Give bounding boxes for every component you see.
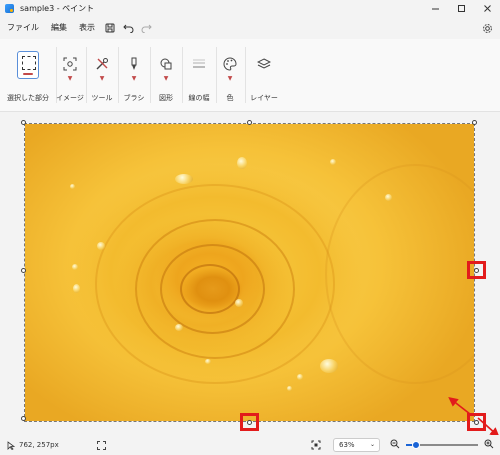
chevron-down-icon: ▼	[67, 75, 73, 82]
close-button[interactable]	[474, 0, 500, 17]
window-title: sample3 - ペイント	[20, 4, 95, 13]
zoom-value: 63%	[339, 441, 355, 449]
save-icon	[105, 23, 115, 33]
cursor-position: 762, 257px	[7, 440, 59, 450]
water-drop	[320, 359, 338, 373]
ribbon-label-line-width: 線の幅	[188, 94, 210, 102]
ribbon-label-selection: 選択した部分	[7, 94, 49, 102]
zoom-slider-knob[interactable]	[412, 441, 421, 449]
water-drop	[287, 386, 292, 391]
layers-icon	[253, 53, 275, 75]
resize-handle-right[interactable]	[474, 268, 479, 273]
shapes-icon	[155, 53, 177, 75]
palette-icon	[219, 53, 241, 75]
water-drop	[175, 324, 183, 331]
undo-icon	[122, 24, 133, 33]
settings-button[interactable]	[480, 21, 494, 35]
gear-icon	[482, 23, 492, 33]
minimize-icon	[431, 8, 439, 10]
ribbon-label-color: 色	[226, 94, 234, 102]
maximize-icon	[457, 5, 465, 12]
window-controls	[422, 0, 500, 17]
petal-outline	[180, 264, 240, 314]
cursor-position-text: 762, 257px	[19, 441, 59, 449]
resize-arrow-annotation	[448, 397, 500, 438]
fit-to-window-icon	[311, 440, 321, 450]
select-icon	[17, 51, 39, 79]
menu-bar: ファイル 編集 表示	[0, 17, 500, 39]
cursor-icon	[7, 440, 15, 450]
zoom-dropdown[interactable]: 63% ⌄	[333, 438, 380, 452]
ribbon-group-image[interactable]: ▼ イメージ	[56, 39, 84, 112]
menu-edit[interactable]: 編集	[45, 17, 73, 39]
ribbon-group-line-width[interactable]: 線の幅	[182, 39, 216, 112]
save-button[interactable]	[101, 17, 119, 39]
title-bar: sample3 - ペイント	[0, 0, 500, 17]
ribbon-group-layers[interactable]: レイヤー	[245, 39, 283, 112]
undo-button[interactable]	[119, 17, 137, 39]
ribbon-group-tools[interactable]: ▼ ツール	[86, 39, 118, 112]
canvas-workspace[interactable]	[0, 113, 500, 438]
status-bar: 762, 257px 63% ⌄	[0, 435, 500, 455]
zoom-out-button[interactable]	[390, 439, 400, 449]
redo-button[interactable]	[137, 17, 155, 39]
water-drop	[73, 284, 80, 293]
chevron-down-icon: ⌄	[369, 441, 375, 448]
resize-handle-top-left[interactable]	[21, 120, 26, 125]
water-drop	[237, 157, 247, 169]
tools-icon	[91, 53, 113, 75]
water-drop	[70, 184, 75, 189]
zoom-slider[interactable]	[406, 441, 478, 449]
chevron-down-icon: ▼	[227, 75, 233, 82]
water-drop	[297, 374, 303, 380]
rose-photo	[25, 124, 474, 421]
menu-view[interactable]: 表示	[73, 17, 101, 39]
water-drop	[72, 264, 78, 270]
petal-outline	[325, 164, 474, 384]
water-drop	[175, 174, 193, 184]
zoom-in-button[interactable]	[484, 439, 494, 449]
chevron-down-icon: ▼	[131, 75, 137, 82]
ribbon-label-layers: レイヤー	[250, 94, 278, 102]
water-drop	[235, 299, 243, 307]
brush-icon	[123, 53, 145, 75]
maximize-button[interactable]	[448, 0, 474, 17]
selection-size-icon	[96, 440, 106, 450]
ribbon-label-shapes: 図形	[159, 94, 173, 102]
ribbon-label-image: イメージ	[56, 94, 84, 102]
resize-handle-left[interactable]	[21, 268, 26, 273]
ribbon-group-shapes[interactable]: ▼ 図形	[150, 39, 182, 112]
ribbon-group-color[interactable]: ▼ 色	[216, 39, 244, 112]
resize-handle-top-right[interactable]	[472, 120, 477, 125]
chevron-down-icon: ▼	[163, 75, 169, 82]
chevron-down-icon: ▼	[99, 75, 105, 82]
water-drop	[385, 194, 392, 201]
zoom-out-icon	[390, 439, 400, 449]
paint-app-icon	[5, 4, 14, 13]
image-canvas[interactable]	[24, 123, 475, 422]
redo-icon	[141, 24, 152, 33]
ribbon-label-tools: ツール	[91, 94, 113, 102]
water-drop	[97, 242, 105, 250]
zoom-in-icon	[484, 439, 494, 449]
resize-handle-bottom-left[interactable]	[21, 416, 26, 421]
close-icon	[483, 5, 491, 12]
fit-to-window-button[interactable]	[311, 440, 321, 450]
highlight-bottom-handle[interactable]	[240, 413, 259, 431]
line-width-icon	[188, 53, 210, 75]
menu-file[interactable]: ファイル	[0, 17, 45, 39]
resize-handle-top[interactable]	[247, 120, 252, 125]
minimize-button[interactable]	[422, 0, 448, 17]
resize-handle-bottom[interactable]	[247, 420, 252, 425]
ribbon-group-brush[interactable]: ▼ ブラシ	[118, 39, 150, 112]
water-drop	[205, 359, 211, 364]
image-icon	[59, 53, 81, 75]
ribbon-group-selection[interactable]: 選択した部分	[0, 39, 56, 112]
water-drop	[330, 159, 336, 165]
ribbon-label-brush: ブラシ	[123, 94, 145, 102]
highlight-right-handle[interactable]	[467, 261, 486, 279]
ribbon-toolbar: 選択した部分 ▼ イメージ ▼ ツール ▼ ブラシ ▼ 図形 線の幅 ▼ 色 レ…	[0, 39, 500, 112]
